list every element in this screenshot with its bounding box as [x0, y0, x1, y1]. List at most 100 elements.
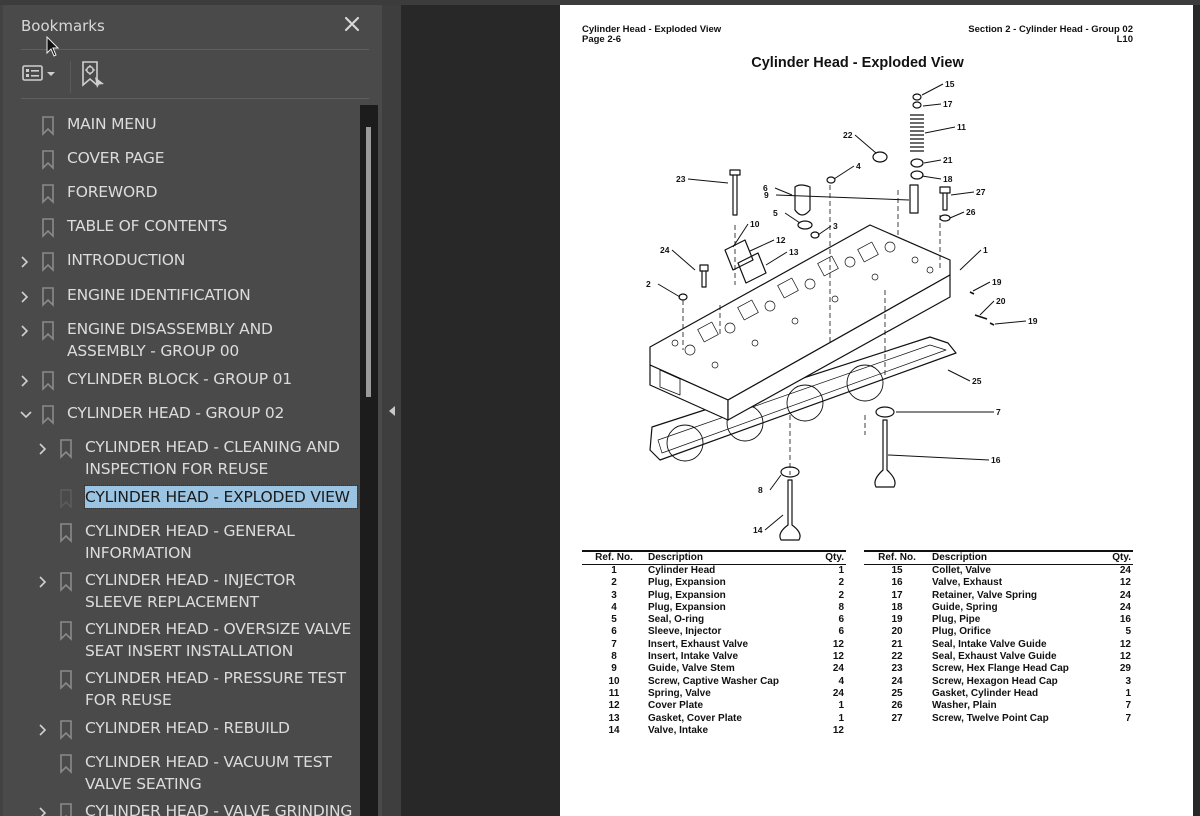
part-ref-no: 6 [611, 626, 617, 638]
bookmarks-panel: Bookmarks MAIN MENU COVER PAGE FOREWORD TAB… [0, 5, 382, 816]
bookmark-label: CYLINDER HEAD - GENERAL INFORMATION [85, 522, 295, 562]
parts-table-row: 10 Screw, Captive Washer Cap 4 [582, 676, 846, 688]
callout-label: 1 [983, 245, 988, 255]
valve-insert-7 [875, 406, 895, 418]
parts-table-row: 12 Cover Plate 1 [582, 700, 846, 712]
injector-sleeve-shape [794, 184, 811, 216]
part-ref-no: 10 [608, 675, 620, 687]
part-ref-no: 22 [891, 651, 903, 663]
callout-leader [959, 249, 982, 271]
part-description: Screw, Twelve Point Cap [932, 712, 1049, 724]
collapse-left-icon[interactable] [387, 403, 397, 422]
part-description: Screw, Captive Washer Cap [648, 675, 779, 687]
parts-table-row: 16 Valve, Exhaust 12 [864, 577, 1133, 589]
part-description: Plug, Orifice [932, 626, 991, 638]
callout-leader [769, 474, 782, 491]
part-quantity: 16 [1119, 614, 1131, 626]
parts-table-row: 23 Screw, Hex Flange Head Cap 29 [864, 663, 1133, 675]
chevron-right-icon[interactable] [37, 574, 49, 588]
callout-leader [764, 514, 784, 531]
parts-table-row: 19 Plug, Pipe 16 [864, 614, 1133, 626]
part-quantity: 7 [1125, 700, 1131, 712]
chevron-right-icon[interactable] [37, 805, 49, 816]
chevron-right-icon[interactable] [19, 323, 31, 337]
callout-leader [887, 454, 990, 461]
parts-table-row: 24 Screw, Hexagon Head Cap 3 [864, 676, 1133, 688]
document-page: Cylinder Head - Exploded View Page 2-6 S… [560, 5, 1193, 816]
part-description: Screw, Hex Flange Head Cap [932, 663, 1069, 675]
callout-label: 26 [966, 207, 976, 217]
callout-label: 19 [1028, 316, 1038, 326]
callout-label: 13 [789, 247, 799, 257]
part-ref-no: 16 [891, 577, 903, 589]
bookmark-icon [59, 489, 73, 509]
scrollbar-thumb[interactable] [366, 127, 371, 397]
part-quantity: 1 [838, 565, 844, 576]
part-description: Guide, Spring [932, 601, 998, 613]
parts-table-row: 4 Plug, Expansion 8 [582, 602, 846, 614]
callout-label: 12 [776, 235, 786, 245]
parts-table-left: Ref. No. Description Qty. 1 Cylinder Head… [582, 550, 846, 737]
panel-splitter[interactable] [382, 5, 401, 816]
callout-label: 3 [833, 221, 838, 231]
part-quantity: 24 [1119, 601, 1131, 613]
callout-label: 23 [676, 174, 686, 184]
part-quantity: 24 [1119, 565, 1131, 576]
callout-leader [924, 126, 956, 134]
part-ref-no: 15 [891, 565, 903, 576]
part-quantity: 2 [838, 577, 844, 589]
caret-down-icon [45, 63, 57, 87]
bookmark-icon [41, 287, 55, 307]
callout-leader [775, 194, 910, 201]
part-description: Insert, Intake Valve [648, 651, 739, 663]
exhaust-valve-shape [874, 419, 896, 488]
bookmarks-tree: MAIN MENU COVER PAGE FOREWORD TABLE OF CONT… [3, 105, 358, 816]
part-quantity: 6 [838, 626, 844, 638]
part-description: Cover Plate [648, 700, 704, 712]
chevron-down-icon[interactable] [19, 407, 32, 421]
part-quantity: 12 [1119, 651, 1131, 663]
callout-leader [921, 175, 942, 180]
part-ref-no: 17 [891, 589, 903, 601]
bookmarks-panel-header: Bookmarks [3, 5, 385, 49]
part-quantity: 12 [832, 724, 844, 736]
part-ref-no: 13 [608, 712, 620, 724]
callout-label: 5 [773, 208, 778, 218]
part-ref-no: 20 [891, 626, 903, 638]
callout-label: 14 [753, 525, 763, 535]
callout-leader [922, 103, 942, 107]
find-current-bookmark-button[interactable] [80, 60, 106, 94]
chevron-right-icon[interactable] [19, 289, 31, 303]
part-quantity: 12 [1119, 577, 1131, 589]
callout-leader [765, 251, 788, 266]
chevron-right-icon[interactable] [19, 373, 31, 387]
bookmark-icon [59, 670, 73, 690]
parts-table-row: 26 Washer, Plain 7 [864, 700, 1133, 712]
chevron-right-icon[interactable] [37, 441, 49, 455]
bookmark-icon [59, 754, 73, 774]
column-ref-no: Ref. No. [864, 550, 930, 565]
toolbar-divider [70, 61, 71, 93]
chevron-right-icon[interactable] [19, 254, 31, 268]
part-quantity: 3 [1125, 675, 1131, 687]
bookmark-icon [59, 803, 73, 816]
callout-leader [972, 281, 991, 292]
bookmark-options-button[interactable] [21, 63, 57, 87]
chevron-right-icon[interactable] [37, 722, 49, 736]
callout-label: 24 [660, 245, 670, 255]
callout-leader [774, 187, 793, 196]
gasket-bore [846, 364, 884, 402]
parts-table-row: 27 Screw, Twelve Point Cap 7 [864, 713, 1133, 725]
callout-leader [817, 225, 832, 236]
close-icon[interactable] [341, 13, 363, 35]
parts-table-row: 18 Guide, Spring 24 [864, 602, 1133, 614]
bolt-23-shape [729, 169, 741, 216]
callout-label: 4 [856, 161, 861, 171]
part-description: Cylinder Head [648, 565, 716, 576]
callout-label: 16 [991, 455, 1001, 465]
part-description: Spring, Valve [648, 687, 711, 699]
bookmarks-scrollbar[interactable] [360, 105, 378, 816]
valve-spring-shape [910, 114, 924, 152]
parts-table-row: 8 Insert, Intake Valve 12 [582, 651, 846, 663]
callout-label: 21 [943, 155, 953, 165]
